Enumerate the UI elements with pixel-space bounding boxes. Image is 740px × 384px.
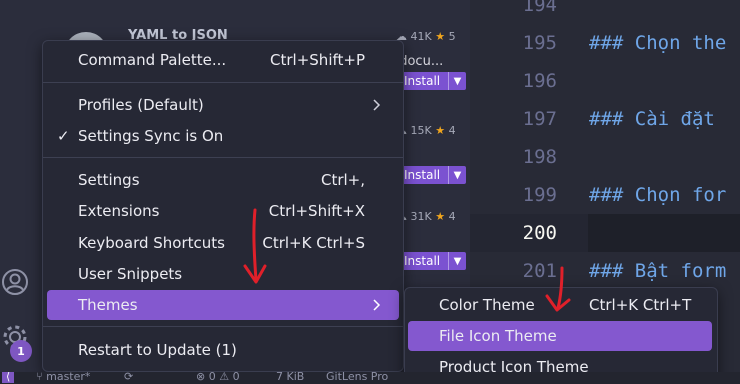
annotation-arrow-2 — [545, 266, 571, 312]
download-count: 15K — [410, 124, 432, 137]
warning-count: 0 — [232, 372, 240, 383]
rating: 5 — [448, 30, 456, 43]
extension-stats: ☁ 31K ★ 4 — [396, 210, 456, 223]
menu-separator — [43, 157, 403, 158]
branch-name: master* — [46, 372, 91, 383]
menu-item-label: Settings Sync is On — [78, 127, 224, 145]
sync-icon[interactable]: ⟳ — [124, 372, 133, 383]
source-control-branch[interactable]: ⑂ master* — [36, 372, 90, 383]
rating: 4 — [448, 124, 456, 137]
chevron-down-icon[interactable]: ▼ — [448, 72, 466, 90]
menu-item-user-snippets[interactable]: User Snippets — [47, 259, 399, 289]
code-text: ### Cài đặt — [589, 108, 715, 130]
line-number: 198 — [522, 146, 557, 168]
menu-item-label: Restart to Update (1) — [78, 341, 237, 359]
code-text: ### Chọn the — [589, 32, 727, 54]
install-label: Install — [404, 254, 441, 268]
menu-item-label: Extensions — [78, 202, 160, 220]
update-badge: 1 — [10, 340, 32, 362]
line-number: 195 — [522, 32, 557, 54]
current-line-highlight — [588, 214, 740, 252]
menu-item-label: Keyboard Shortcuts — [78, 234, 225, 252]
menu-item-keyboard-shortcuts[interactable]: Keyboard Shortcuts Ctrl+K Ctrl+S — [47, 228, 399, 258]
menu-item-restart-to-update[interactable]: Restart to Update (1) — [47, 335, 399, 365]
error-count: 0 — [208, 372, 216, 383]
line-number: 196 — [522, 70, 557, 92]
extension-stats: ☁ 15K ★ 4 — [396, 124, 456, 137]
menu-item-shortcut: Ctrl+Shift+X — [268, 202, 365, 220]
submenu-item-shortcut: Ctrl+K Ctrl+T — [589, 296, 692, 314]
menu-item-label: User Snippets — [78, 265, 183, 283]
menu-item-command-palette[interactable]: Command Palette... Ctrl+Shift+P — [47, 45, 399, 75]
manage-menu: Command Palette... Ctrl+Shift+P Profiles… — [42, 40, 404, 372]
code-text: ### Chọn for — [589, 184, 727, 206]
problems-indicator[interactable]: ⊗ 0 ⚠ 0 — [196, 372, 240, 383]
remote-indicator[interactable]: ⟨ — [2, 372, 15, 383]
menu-item-shortcut: Ctrl+Shift+P — [270, 51, 365, 69]
account-icon[interactable] — [0, 267, 30, 297]
download-count: 41K — [410, 30, 432, 43]
activity-bar: 1 — [0, 0, 44, 372]
error-icon: ⊗ — [196, 372, 206, 383]
menu-item-shortcut: Ctrl+, — [320, 171, 365, 189]
menu-item-label: Profiles (Default) — [78, 96, 204, 114]
star-icon: ★ — [435, 124, 446, 137]
checkmark-icon: ✓ — [57, 127, 70, 145]
warning-icon: ⚠ — [219, 372, 230, 383]
menu-separator — [43, 82, 403, 83]
status-bar: ⟨ ⑂ master* ⟳ ⊗ 0 ⚠ 0 7 KiB GitLens Pro — [0, 372, 740, 384]
extension-stats: ☁ 41K ★ 5 — [396, 30, 456, 43]
line-number: 197 — [522, 108, 557, 130]
menu-item-label: Settings — [78, 171, 140, 189]
menu-separator — [43, 326, 403, 327]
menu-item-themes[interactable]: Themes — [47, 290, 399, 320]
install-label: Install — [404, 74, 441, 88]
gitlens-status[interactable]: GitLens Pro — [326, 372, 388, 383]
line-number: 194 — [522, 0, 557, 16]
menu-item-shortcut: Ctrl+K Ctrl+S — [262, 234, 365, 252]
download-count: 31K — [410, 210, 432, 223]
submenu-item-file-icon-theme[interactable]: File Icon Theme — [408, 321, 712, 351]
menu-item-label: Command Palette... — [78, 51, 227, 69]
install-button[interactable]: Install ▼ — [398, 72, 466, 90]
star-icon: ★ — [435, 30, 446, 43]
menu-item-extensions[interactable]: Extensions Ctrl+Shift+X — [47, 196, 399, 226]
code-text: ### Bật form — [589, 260, 727, 282]
star-icon: ★ — [435, 210, 446, 223]
account-icon-svg — [2, 269, 28, 295]
menu-item-label: Themes — [78, 296, 138, 314]
menu-item-profiles[interactable]: Profiles (Default) — [47, 90, 399, 120]
chevron-right-icon — [373, 299, 381, 311]
submenu-item-label: Color Theme — [439, 296, 535, 314]
chevron-right-icon — [373, 99, 381, 111]
rating: 4 — [448, 210, 456, 223]
branch-icon: ⑂ — [36, 372, 43, 383]
install-button[interactable]: Install ▼ — [398, 252, 466, 270]
chevron-down-icon[interactable]: ▼ — [448, 252, 466, 270]
submenu-item-label: File Icon Theme — [439, 327, 557, 345]
annotation-arrow-1 — [243, 208, 267, 284]
line-number: 199 — [522, 184, 557, 206]
menu-item-settings[interactable]: Settings Ctrl+, — [47, 165, 399, 195]
line-number: 200 — [522, 222, 557, 244]
menu-item-settings-sync[interactable]: ✓ Settings Sync is On — [47, 121, 399, 151]
file-size: 7 KiB — [276, 372, 305, 383]
